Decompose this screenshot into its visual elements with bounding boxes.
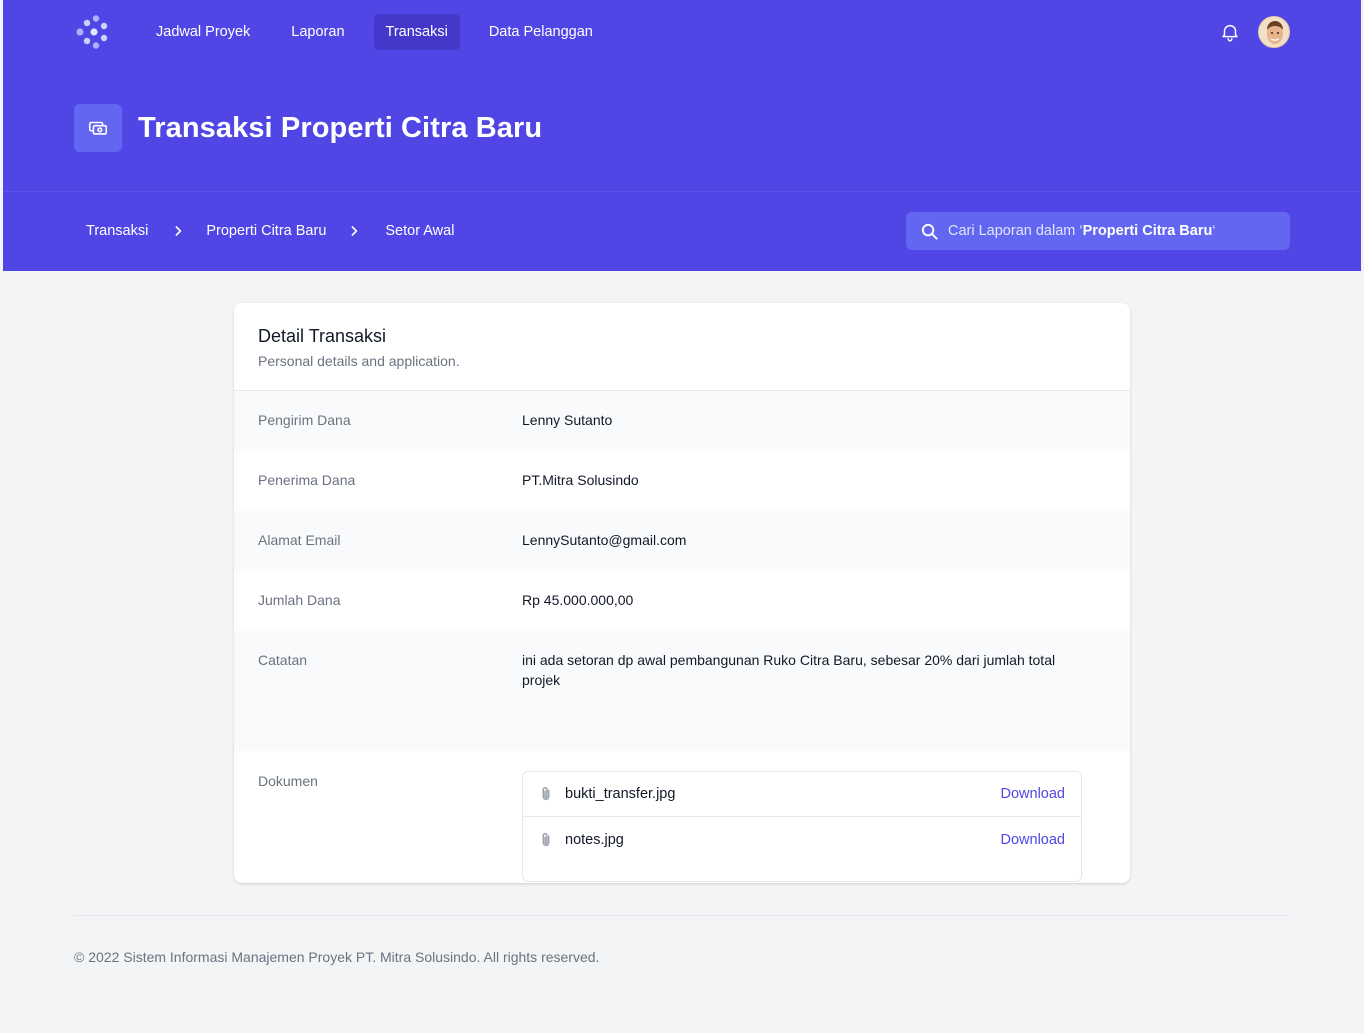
field-label: Pengirim Dana: [258, 412, 351, 428]
field-value: PT.Mitra Solusindo: [522, 472, 639, 488]
page-title-row: Transaksi Properti Citra Baru: [74, 104, 542, 152]
document-item: notes.jpg Download: [523, 817, 1081, 862]
header-banner: Jadwal Proyek Laporan Transaksi Data Pel…: [3, 0, 1361, 271]
detail-row-catatan: Catatan ini ada setoran dp awal pembangu…: [234, 631, 1130, 751]
field-value: Lenny Sutanto: [522, 412, 613, 428]
field-label: Catatan: [258, 652, 308, 668]
breadcrumb-transaksi[interactable]: Transaksi: [86, 223, 148, 239]
detail-row-dokumen: Dokumen bukti_transfer.jpg Download note…: [234, 751, 1130, 882]
dots-logo-icon[interactable]: [74, 14, 110, 50]
top-navigation: Jadwal Proyek Laporan Transaksi Data Pel…: [74, 14, 1290, 50]
field-value: Rp 45.000.000,00: [522, 592, 634, 608]
footer-copyright: © 2022 Sistem Informasi Manajemen Proyek…: [74, 949, 600, 965]
document-item: bukti_transfer.jpg Download: [523, 772, 1081, 817]
document-name: bukti_transfer.jpg: [565, 786, 676, 802]
card-title: Detail Transaksi: [258, 326, 387, 346]
bell-icon[interactable]: [1218, 20, 1242, 44]
paperclip-icon: [537, 830, 557, 850]
nav-link-laporan[interactable]: Laporan: [279, 14, 356, 50]
search-input[interactable]: Cari Laporan dalam ‘Properti Citra Baru‘: [906, 212, 1290, 250]
download-link[interactable]: Download: [1001, 832, 1066, 848]
paperclip-icon: [537, 784, 557, 804]
field-value: ini ada setoran dp awal pembangunan Ruko…: [522, 652, 1056, 688]
transaction-detail-card: Detail Transaksi Personal details and ap…: [234, 303, 1130, 883]
download-link[interactable]: Download: [1001, 786, 1066, 802]
detail-row-jumlah: Jumlah Dana Rp 45.000.000,00: [234, 571, 1130, 631]
detail-row-email: Alamat Email LennySutanto@gmail.com: [234, 511, 1130, 571]
breadcrumb-setor-awal[interactable]: Setor Awal: [385, 223, 454, 239]
field-label: Dokumen: [258, 773, 318, 789]
footer-divider: [74, 915, 1290, 916]
page-title: Transaksi Properti Citra Baru: [138, 111, 543, 144]
detail-row-penerima: Penerima Dana PT.Mitra Solusindo: [234, 451, 1130, 511]
card-subtitle: Personal details and application.: [258, 353, 460, 369]
field-label: Alamat Email: [258, 532, 341, 548]
chevron-right-icon: [344, 221, 364, 241]
field-value: LennySutanto@gmail.com: [522, 532, 687, 548]
header-divider: [3, 191, 1361, 192]
detail-row-pengirim: Pengirim Dana Lenny Sutanto: [234, 391, 1130, 451]
search-placeholder: Cari Laporan dalam ‘Properti Citra Baru‘: [948, 223, 1216, 239]
search-icon: [920, 221, 940, 241]
breadcrumb-properti-citra-baru[interactable]: Properti Citra Baru: [206, 223, 326, 239]
field-label: Penerima Dana: [258, 472, 356, 488]
nav-right-group: [1218, 14, 1290, 50]
nav-link-data-pelanggan[interactable]: Data Pelanggan: [477, 14, 605, 50]
nav-link-transaksi[interactable]: Transaksi: [373, 14, 460, 50]
card-header: Detail Transaksi Personal details and ap…: [234, 303, 1130, 391]
document-list: bukti_transfer.jpg Download notes.jpg Do…: [522, 771, 1082, 882]
breadcrumb: Transaksi Properti Citra Baru Setor Awal: [86, 212, 454, 250]
chevron-right-icon: [168, 221, 188, 241]
document-name: notes.jpg: [565, 831, 624, 848]
user-avatar[interactable]: [1258, 16, 1290, 48]
app-frame: Jadwal Proyek Laporan Transaksi Data Pel…: [3, 0, 1361, 1033]
field-label: Jumlah Dana: [258, 592, 341, 608]
cash-icon: [74, 104, 122, 152]
nav-link-jadwal-proyek[interactable]: Jadwal Proyek: [144, 14, 262, 50]
